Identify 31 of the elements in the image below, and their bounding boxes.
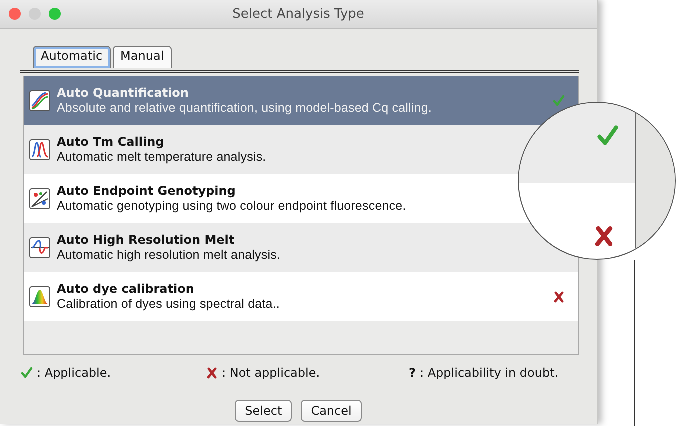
tab[interactable]: Automatic [33, 46, 111, 68]
analysis-description: Automatic melt temperature analysis. [57, 150, 268, 164]
close-button[interactable] [9, 8, 21, 20]
legend-label: : Applicability in doubt. [420, 366, 559, 380]
question-mark: ? [409, 366, 416, 380]
analysis-title: Auto Endpoint Genotyping [57, 184, 237, 198]
cancel-button[interactable]: Cancel [301, 400, 362, 422]
analysis-row[interactable]: Auto Quantification Absolute and relative quantification, using model-based Cq calling. [24, 76, 578, 125]
legend-label: : Not applicable. [222, 366, 320, 380]
analysis-title: Auto dye calibration [57, 282, 196, 296]
select-button[interactable]: Select [235, 400, 292, 422]
analysis-title: Auto Quantification [57, 86, 190, 100]
tab[interactable]: Manual [112, 46, 172, 68]
scatter-chart-icon [29, 188, 51, 210]
analysis-description: Automatic genotyping using two colour endpoint fluorescence. [57, 199, 408, 213]
peak-chart-icon [29, 138, 51, 160]
analysis-description: Calibration of dyes using spectral data.. [57, 297, 281, 311]
spectrum-icon [29, 286, 51, 308]
legend-label: : Applicable. [37, 366, 112, 380]
minimize-button[interactable] [29, 8, 41, 20]
analysis-description: Automatic high resolution melt analysis. [57, 248, 282, 262]
wave-chart-icon [29, 236, 51, 258]
analysis-title: Auto High Resolution Melt [57, 233, 236, 247]
analysis-description: Absolute and relative quantification, using model-based Cq calling. [57, 101, 433, 115]
zoom-button[interactable] [49, 8, 61, 20]
analysis-row[interactable]: Auto dye calibration Calibration of dyes using spectral data.. [24, 272, 578, 321]
curve-chart-icon [29, 90, 51, 112]
analysis-title: Auto Tm Calling [57, 135, 166, 149]
window-title: Select Analysis Type [232, 6, 364, 22]
cross-icon [593, 225, 615, 247]
check-icon [597, 125, 619, 147]
